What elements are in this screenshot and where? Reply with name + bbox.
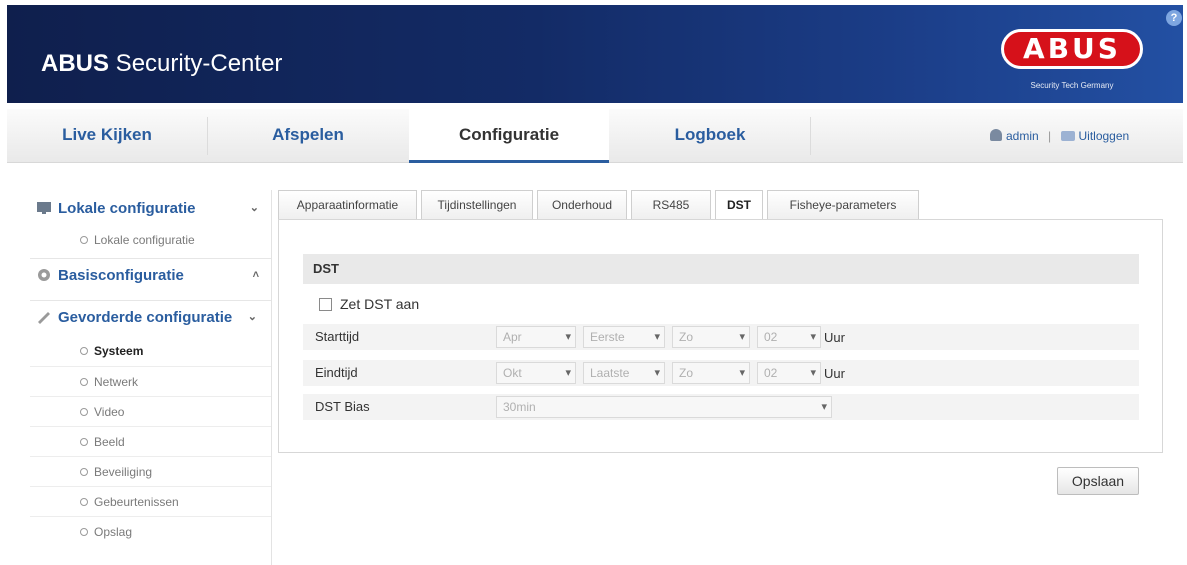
- end-time-row: Eindtijd Okt ▾ Laatste ▾ Zo ▾ 02 ▾ Uur: [303, 360, 1139, 386]
- dst-panel: DST Zet DST aan Starttijd Apr ▾ Eerste ▾ Z…: [278, 219, 1163, 453]
- chevron-down-icon: ▾: [654, 331, 660, 343]
- tab-dst[interactable]: DST: [715, 190, 763, 221]
- chevron-down-icon: ▾: [810, 367, 816, 379]
- bullet-icon: [80, 528, 88, 536]
- sidebar-item-opslag[interactable]: Opslag: [30, 516, 271, 546]
- chevron-down-icon: ▾: [739, 331, 745, 343]
- end-day-select[interactable]: Zo ▾: [672, 362, 750, 384]
- sidebar-item-gebeurtenissen[interactable]: Gebeurtenissen: [30, 486, 271, 516]
- main-navigation: Live Kijken Afspelen Configuratie Logboe…: [7, 109, 1183, 163]
- tab-onderhoud[interactable]: Onderhoud: [537, 190, 627, 220]
- bullet-icon: [80, 378, 88, 386]
- monitor-icon: [37, 202, 51, 214]
- end-time-label: Eindtijd: [315, 365, 358, 380]
- bullet-icon: [80, 498, 88, 506]
- start-hour-unit: Uur: [824, 330, 845, 345]
- logout-link[interactable]: Uitloggen: [1079, 129, 1130, 143]
- start-month-select[interactable]: Apr ▾: [496, 326, 576, 348]
- bullet-icon: [80, 468, 88, 476]
- bullet-icon: [80, 347, 88, 355]
- sidebar-group-label: Gevorderde configuratie: [58, 309, 233, 326]
- start-day-select[interactable]: Zo ▾: [672, 326, 750, 348]
- end-hour-unit: Uur: [824, 366, 845, 381]
- sidebar-item-netwerk[interactable]: Netwerk: [30, 366, 271, 396]
- tab-tijdinstellingen[interactable]: Tijdinstellingen: [421, 190, 533, 220]
- sidebar-item-beeld[interactable]: Beeld: [30, 426, 271, 456]
- help-icon[interactable]: ?: [1166, 10, 1182, 26]
- nav-divider: [810, 117, 811, 155]
- sidebar-item-beveiliging[interactable]: Beveiliging: [30, 456, 271, 486]
- logo-wordmark: ABUS: [1001, 29, 1143, 69]
- app-title: ABUS Security-Center: [41, 50, 283, 77]
- chevron-down-icon: ▾: [565, 331, 571, 343]
- section-title: DST: [303, 254, 1139, 284]
- user-icon: [990, 129, 1002, 141]
- app-header: ABUS Security-Center ABUS Security Tech …: [7, 5, 1183, 103]
- wrench-icon: [38, 312, 50, 324]
- chevron-down-icon: ▾: [565, 367, 571, 379]
- start-hour-select[interactable]: 02 ▾: [757, 326, 821, 348]
- sidebar-item-lokale-configuratie[interactable]: Lokale configuratie: [30, 226, 271, 254]
- start-week-select[interactable]: Eerste ▾: [583, 326, 665, 348]
- dst-bias-label: DST Bias: [315, 399, 370, 414]
- config-sidebar: Lokale configuratie ⌄ Lokale configurati…: [30, 190, 272, 565]
- bullet-icon: [80, 236, 88, 244]
- enable-dst-row: Zet DST aan: [319, 296, 419, 312]
- bullet-icon: [80, 438, 88, 446]
- chevron-down-icon: ⌄: [249, 202, 259, 214]
- end-week-select[interactable]: Laatste ▾: [583, 362, 665, 384]
- dst-bias-row: DST Bias 30min ▾: [303, 394, 1139, 420]
- chevron-down-icon: ⌄: [247, 311, 257, 323]
- tab-live-kijken[interactable]: Live Kijken: [7, 109, 207, 163]
- chevron-down-icon: ▾: [821, 401, 827, 413]
- start-time-label: Starttijd: [315, 329, 360, 344]
- save-button[interactable]: Opslaan: [1057, 467, 1139, 495]
- tab-apparaatinformatie[interactable]: Apparaatinformatie: [278, 190, 417, 220]
- logout-icon: [1060, 131, 1075, 141]
- logo-tagline: Security Tech Germany: [1030, 81, 1114, 90]
- user-area: admin | Uitloggen: [990, 109, 1129, 163]
- sidebar-item-systeem[interactable]: Systeem: [30, 336, 271, 366]
- tab-fisheye-parameters[interactable]: Fisheye-parameters: [767, 190, 919, 220]
- bullet-icon: [80, 408, 88, 416]
- enable-dst-checkbox[interactable]: [319, 298, 332, 311]
- sidebar-group-label: Basisconfiguratie: [58, 267, 184, 284]
- tab-logboek[interactable]: Logboek: [610, 109, 810, 163]
- end-hour-select[interactable]: 02 ▾: [757, 362, 821, 384]
- sidebar-item-video[interactable]: Video: [30, 396, 271, 426]
- end-month-select[interactable]: Okt ▾: [496, 362, 576, 384]
- sidebar-group-basisconfiguratie[interactable]: Basisconfiguratie ˄: [30, 258, 271, 291]
- tab-afspelen[interactable]: Afspelen: [208, 109, 408, 163]
- sidebar-group-label: Lokale configuratie: [58, 200, 196, 217]
- user-separator: |: [1048, 129, 1052, 143]
- tab-rs485[interactable]: RS485: [631, 190, 711, 220]
- gear-icon: [38, 269, 50, 281]
- chevron-down-icon: ▾: [654, 367, 660, 379]
- sidebar-group-gevorderde-configuratie[interactable]: Gevorderde configuratie ⌄: [30, 300, 271, 333]
- tab-configuratie[interactable]: Configuratie: [409, 109, 609, 163]
- dst-bias-select[interactable]: 30min ▾: [496, 396, 832, 418]
- sidebar-group-lokale-configuratie[interactable]: Lokale configuratie ⌄: [30, 192, 271, 225]
- enable-dst-label: Zet DST aan: [340, 296, 420, 312]
- chevron-down-icon: ▾: [810, 331, 816, 343]
- chevron-up-icon: ˄: [252, 269, 259, 281]
- chevron-down-icon: ▾: [739, 367, 745, 379]
- abus-logo: ABUS Security Tech Germany: [997, 27, 1147, 97]
- username[interactable]: admin: [1006, 129, 1039, 143]
- start-time-row: Starttijd Apr ▾ Eerste ▾ Zo ▾ 02 ▾ Uur: [303, 324, 1139, 350]
